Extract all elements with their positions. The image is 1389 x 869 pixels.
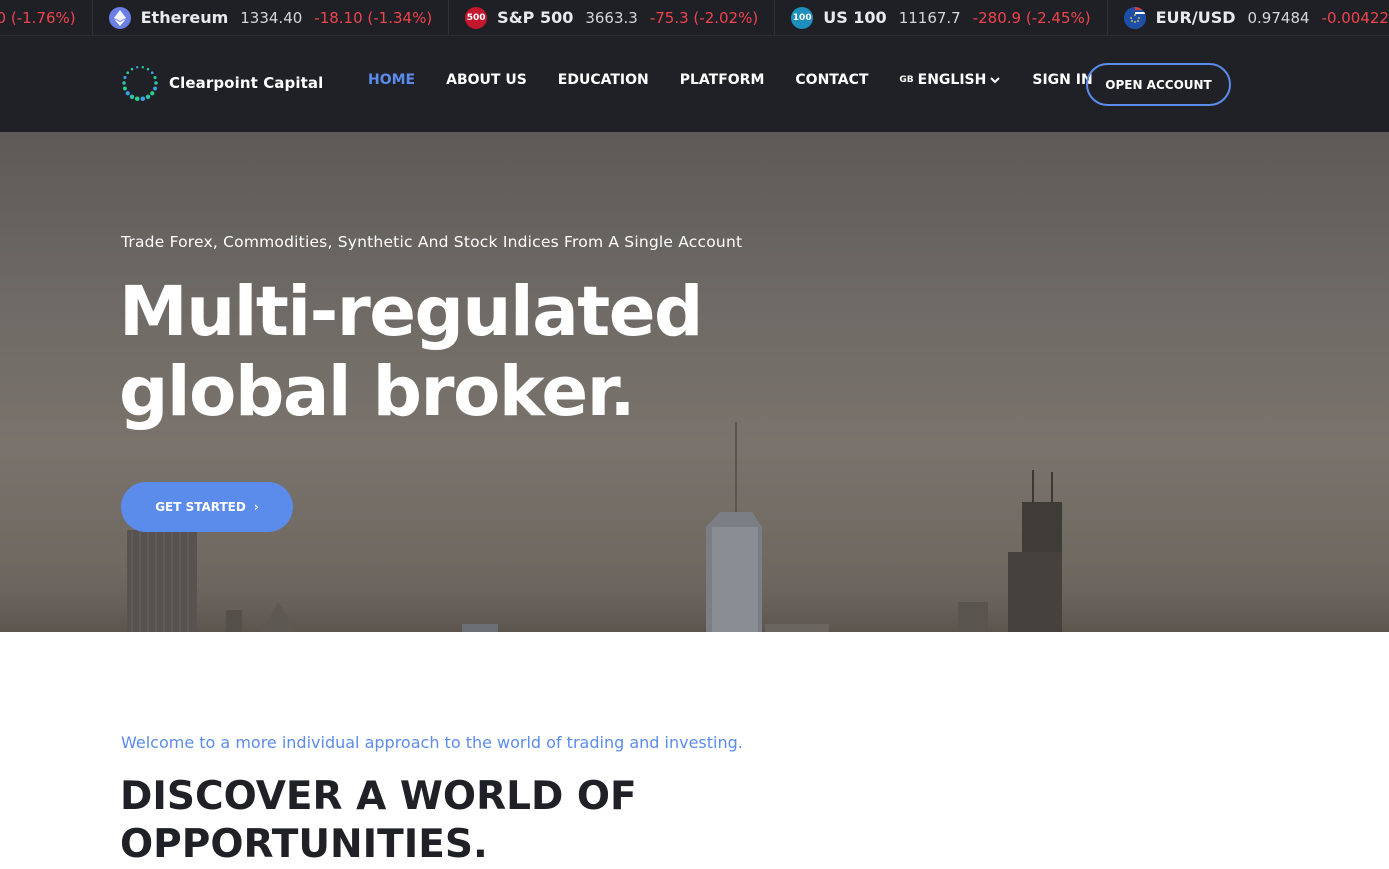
- section-heading-line: OPPORTUNITIES.: [120, 822, 488, 867]
- language-flag: GB: [899, 75, 914, 85]
- ticker-change: -75.3 (-2.02%): [649, 8, 759, 27]
- hero-title-line: global broker.: [119, 352, 636, 432]
- hero-section: Trade Forex, Commodities, Synthetic And …: [0, 132, 1389, 632]
- language-selector[interactable]: GB ENGLISH: [899, 72, 1001, 88]
- ticker-name: US 100: [823, 8, 887, 27]
- language-label: ENGLISH: [917, 72, 987, 88]
- ticker-divider: [448, 0, 450, 35]
- ticker-name: EUR/USD: [1155, 8, 1236, 27]
- nav-home[interactable]: HOME: [368, 72, 415, 88]
- price-ticker: 00 (-1.76%) Ethereum 1334.40 -18.10 (-1.…: [0, 0, 1389, 36]
- logo-icon: [122, 66, 158, 102]
- ticker-item-us100[interactable]: 100 US 100 11167.7 -280.9 (-2.45%): [791, 0, 1091, 35]
- ticker-item-sp500[interactable]: 500 S&P 500 3663.3 -75.3 (-2.02%): [465, 0, 758, 35]
- hero-subtitle: Trade Forex, Commodities, Synthetic And …: [121, 233, 743, 251]
- ticker-change: 00 (-1.76%): [0, 8, 76, 27]
- nav-contact[interactable]: CONTACT: [795, 72, 868, 88]
- hero-title-line: Multi-regulated: [119, 272, 703, 352]
- ticker-price: 3663.3: [585, 8, 638, 27]
- ticker-divider: [91, 0, 93, 35]
- nav-platform[interactable]: PLATFORM: [680, 72, 765, 88]
- nav-about-us[interactable]: ABOUT US: [446, 72, 527, 88]
- chevron-right-icon: ›: [253, 500, 259, 514]
- get-started-label: GET STARTED: [155, 500, 246, 514]
- ticker-change: -18.10 (-1.34%): [314, 8, 433, 27]
- ticker-name: Ethereum: [140, 8, 229, 27]
- ticker-item-ethereum[interactable]: Ethereum 1334.40 -18.10 (-1.34%): [108, 0, 433, 35]
- ticker-price: 1334.40: [240, 8, 303, 27]
- us100-icon: 100: [791, 6, 814, 29]
- ticker-item-partial[interactable]: 00 (-1.76%): [0, 0, 76, 35]
- hero-title: Multi-regulated global broker.: [119, 272, 879, 432]
- ticker-change: -0.00422 (-0.43%): [1321, 8, 1389, 27]
- get-started-button[interactable]: GET STARTED ›: [121, 482, 293, 532]
- ethereum-icon: [108, 6, 131, 29]
- ticker-divider: [774, 0, 776, 35]
- ticker-price: 11167.7: [898, 8, 961, 27]
- ticker-track: 00 (-1.76%) Ethereum 1334.40 -18.10 (-1.…: [0, 0, 1389, 35]
- sp500-icon: 500: [465, 6, 488, 29]
- nav-sign-in[interactable]: SIGN IN: [1032, 72, 1092, 88]
- open-account-button[interactable]: OPEN ACCOUNT: [1086, 63, 1231, 106]
- nav-education[interactable]: EDUCATION: [558, 72, 649, 88]
- ticker-price: 0.97484: [1247, 8, 1310, 27]
- section-heading: DISCOVER A WORLD OF OPPORTUNITIES.: [120, 773, 640, 869]
- ticker-divider: [1106, 0, 1108, 35]
- eu-us-flag-icon: [1123, 6, 1146, 29]
- ticker-item-eurusd[interactable]: EUR/USD 0.97484 -0.00422 (-0.43%): [1123, 0, 1389, 35]
- section-heading-line: DISCOVER A WORLD OF: [120, 774, 637, 819]
- ticker-change: -280.9 (-2.45%): [972, 8, 1091, 27]
- brand-name: Clearpoint Capital: [169, 74, 324, 92]
- welcome-tagline: Welcome to a more individual approach to…: [121, 733, 743, 752]
- site-header: Clearpoint Capital HOME ABOUT US EDUCATI…: [0, 36, 1389, 132]
- chevron-down-icon: [990, 77, 1001, 84]
- brand-logo[interactable]: Clearpoint Capital: [121, 64, 323, 102]
- main-nav: HOME ABOUT US EDUCATION PLATFORM CONTACT…: [368, 72, 1124, 88]
- ticker-name: S&P 500: [497, 8, 574, 27]
